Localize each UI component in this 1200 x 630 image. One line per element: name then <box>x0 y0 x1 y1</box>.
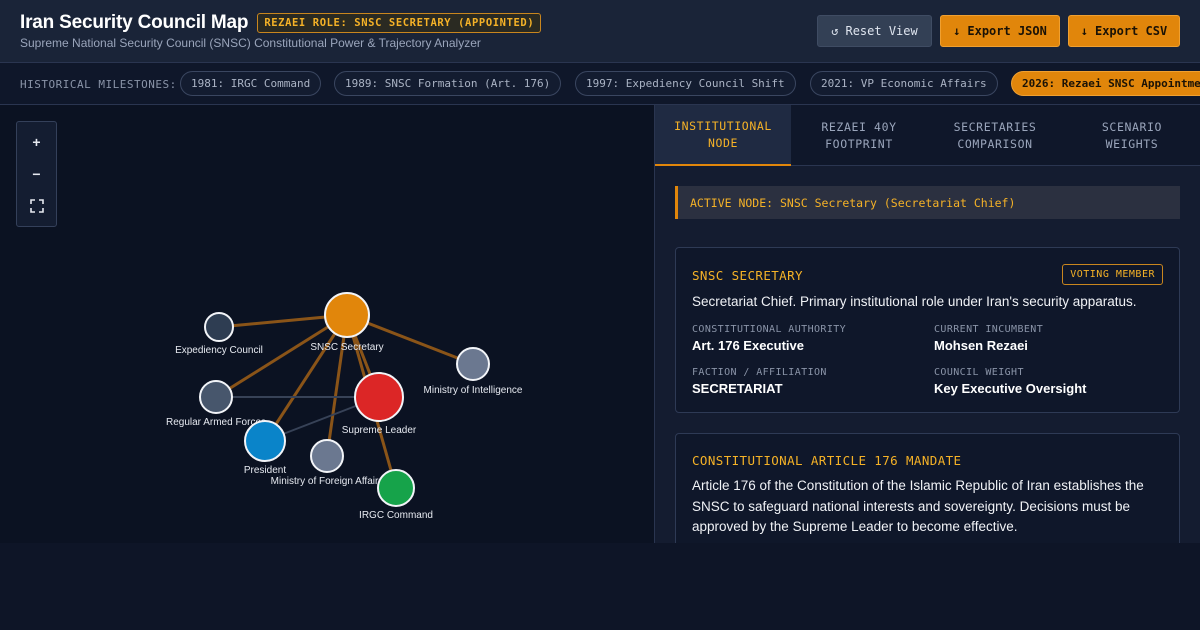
title-row: Iran Security Council Map REZAEI ROLE: S… <box>20 12 542 34</box>
milestone-chip-2021[interactable]: 2021: VP Economic Affairs <box>810 71 998 96</box>
node-label-snsc: SNSC Secretary <box>310 342 383 353</box>
app-root: Iran Security Council Map REZAEI ROLE: S… <box>0 0 1200 543</box>
node-circle-foreign[interactable] <box>310 439 344 473</box>
zoom-controls: + − <box>16 121 57 227</box>
zoom-in-button[interactable]: + <box>17 127 56 157</box>
reset-view-button[interactable]: ↺ Reset View <box>817 15 932 47</box>
active-node-banner: ACTIVE NODE: SNSC Secretary (Secretariat… <box>675 186 1180 219</box>
field-label: FACTION / AFFILIATION <box>692 367 827 378</box>
milestone-chip-1981[interactable]: 1981: IRGC Command <box>180 71 322 96</box>
network-map[interactable]: SNSC Secretary Expediency Council Ministry… <box>0 105 655 543</box>
page-subtitle: Supreme National Security Council (SNSC)… <box>20 36 481 50</box>
node-circle-army[interactable] <box>199 380 233 414</box>
node-circle-leader[interactable] <box>354 372 404 422</box>
minus-icon: − <box>32 166 41 182</box>
zoom-out-button[interactable]: − <box>17 159 56 189</box>
node-title: SNSC SECRETARY <box>692 268 803 283</box>
field-label: COUNCIL WEIGHT <box>934 367 1024 378</box>
node-label-leader: Supreme Leader <box>342 425 417 436</box>
milestones-label: HISTORICAL MILESTONES: <box>20 78 177 91</box>
download-arrow-icon: ↓ <box>1080 24 1088 38</box>
tab-label: SCENARIO WEIGHTS <box>1101 119 1163 151</box>
export-csv-label: Export CSV <box>1094 24 1168 38</box>
header: Iran Security Council Map REZAEI ROLE: S… <box>0 0 1200 63</box>
role-badge: REZAEI ROLE: SNSC SECRETARY (APPOINTED) <box>257 13 542 33</box>
graph-node-intelligence[interactable]: Ministry of Intelligence <box>424 347 523 396</box>
graph-node-foreign[interactable]: Ministry of Foreign Affairs <box>271 439 384 487</box>
field-value: Key Executive Oversight <box>934 381 1087 396</box>
reset-icon: ↺ <box>831 24 839 38</box>
export-csv-button[interactable]: ↓ Export CSV <box>1068 15 1180 47</box>
page-title: Iran Security Council Map <box>20 12 249 33</box>
node-detail-card: SNSC SECRETARY VOTING MEMBER Secretariat… <box>675 247 1180 413</box>
milestone-chip-1989[interactable]: 1989: SNSC Formation (Art. 176) <box>334 71 562 96</box>
edge-snsc-army <box>215 313 348 399</box>
node-circle-irgc[interactable] <box>377 469 415 507</box>
node-circle-intelligence[interactable] <box>456 347 490 381</box>
node-label-intelligence: Ministry of Intelligence <box>424 385 523 396</box>
field-label: CURRENT INCUMBENT <box>934 324 1044 335</box>
tab-rezaei-footprint[interactable]: REZAEI 40Y FOOTPRINT <box>791 105 927 166</box>
tab-bar: INSTITUTIONAL NODE REZAEI 40Y FOOTPRINT … <box>655 105 1200 166</box>
graph-node-snsc[interactable]: SNSC Secretary <box>310 292 384 353</box>
milestone-chip-2026[interactable]: 2026: Rezaei SNSC Appointment <box>1011 71 1200 96</box>
tab-institutional-node[interactable]: INSTITUTIONAL NODE <box>655 105 791 166</box>
network-graph[interactable]: SNSC Secretary Expediency Council Ministry… <box>0 105 655 543</box>
milestone-chip-1997[interactable]: 1997: Expediency Council Shift <box>575 71 796 96</box>
field-value: SECRETARIAT <box>692 381 783 396</box>
node-label-president: President <box>244 465 286 476</box>
graph-node-expediency[interactable]: Expediency Council <box>175 312 263 356</box>
graph-node-leader[interactable]: Supreme Leader <box>342 372 417 436</box>
mandate-card: CONSTITUTIONAL ARTICLE 176 MANDATE Artic… <box>675 433 1180 543</box>
plus-icon: + <box>32 134 41 150</box>
graph-node-army[interactable]: Regular Armed Forces <box>166 380 266 428</box>
field-value: Art. 176 Executive <box>692 338 805 353</box>
tab-scenario-weights[interactable]: SCENARIO WEIGHTS <box>1064 105 1200 166</box>
reset-view-label: Reset View <box>845 24 918 38</box>
field-value: Mohsen Rezaei <box>934 338 1028 353</box>
node-label-foreign: Ministry of Foreign Affairs <box>271 476 384 487</box>
mandate-body: Article 176 of the Constitution of the I… <box>692 478 1144 534</box>
node-circle-president[interactable] <box>244 420 286 462</box>
tab-label: REZAEI 40Y FOOTPRINT <box>821 119 897 151</box>
fullscreen-icon <box>29 199 44 213</box>
tab-secretaries-comparison[interactable]: SECRETARIES COMPARISON <box>927 105 1063 166</box>
node-circle-snsc[interactable] <box>324 292 370 338</box>
mandate-title: CONSTITUTIONAL ARTICLE 176 MANDATE <box>692 453 962 468</box>
download-arrow-icon: ↓ <box>953 24 961 38</box>
tab-label: SECRETARIES COMPARISON <box>953 119 1037 151</box>
node-circle-expediency[interactable] <box>204 312 234 342</box>
tab-label: INSTITUTIONAL NODE <box>674 118 772 150</box>
detail-panel: INSTITUTIONAL NODE REZAEI 40Y FOOTPRINT … <box>655 105 1200 543</box>
node-label-irgc: IRGC Command <box>359 510 433 521</box>
node-description: Secretariat Chief. Primary institutional… <box>692 294 1137 309</box>
export-json-label: Export JSON <box>967 24 1047 38</box>
graph-node-president[interactable]: President <box>244 420 286 476</box>
fit-view-button[interactable] <box>17 191 56 221</box>
node-label-expediency: Expediency Council <box>175 345 263 356</box>
export-json-button[interactable]: ↓ Export JSON <box>940 15 1060 47</box>
status-badge: VOTING MEMBER <box>1062 264 1163 285</box>
field-label: CONSTITUTIONAL AUTHORITY <box>692 324 847 335</box>
milestone-bar: HISTORICAL MILESTONES: 1981: IRGC Comman… <box>0 63 1200 105</box>
